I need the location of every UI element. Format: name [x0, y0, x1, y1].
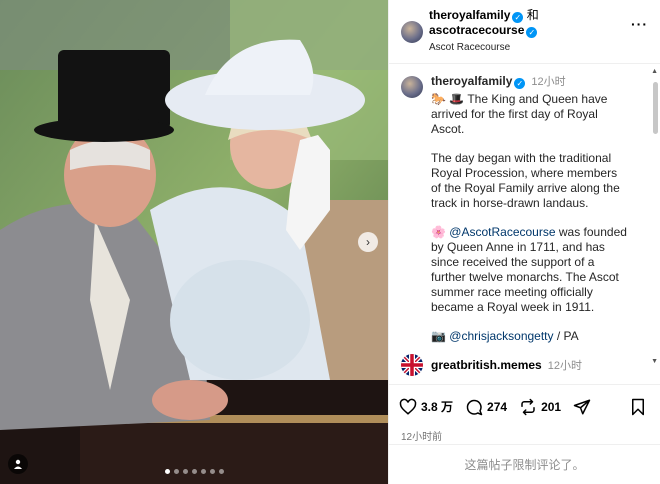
caption-username[interactable]: theroyalfamily	[431, 74, 512, 88]
comment-icon	[466, 399, 483, 415]
post-photo[interactable]: ›	[0, 0, 388, 484]
comment-button[interactable]: 274	[465, 398, 507, 416]
author-avatar[interactable]	[401, 20, 423, 43]
author-avatar[interactable]	[401, 76, 423, 98]
post-timestamp: 12小时前	[401, 432, 443, 443]
comment-count: 274	[487, 399, 508, 414]
scroll-up-icon[interactable]: ▲	[651, 68, 658, 75]
carousel-dot	[182, 469, 188, 474]
commenter-username[interactable]: greatbritish.memes	[431, 358, 542, 372]
chevron-right-icon: ›	[366, 235, 370, 249]
verified-badge-icon: ✓	[512, 12, 524, 23]
more-options-icon[interactable]: ···	[631, 16, 648, 32]
camera-emoji: 📷	[431, 329, 446, 343]
scrollbar-thumb[interactable]	[653, 82, 658, 134]
repost-icon	[521, 398, 535, 415]
collab-joiner: 和	[526, 8, 539, 22]
carousel-dot	[164, 469, 170, 474]
post-dialog: › theroyalfamily ✓ 和 ascotracecourse ✓ A…	[0, 0, 660, 484]
caption: theroyalfamily ✓ 12小时 🐎 🎩 The King and Que…	[401, 74, 648, 358]
author-username[interactable]: theroyalfamily	[429, 8, 510, 22]
post-side-panel: theroyalfamily ✓ 和 ascotracecourse ✓ Ascot…	[388, 0, 660, 484]
comments-restricted-notice: 这篇帖子限制评论了。	[389, 444, 660, 484]
like-button[interactable]: 3.8 万	[399, 398, 453, 416]
like-count: 3.8 万	[421, 400, 454, 414]
photo-scene	[0, 0, 388, 484]
mention-ascotracecourse[interactable]: @AscotRacecourse	[449, 225, 555, 239]
verified-badge-icon: ✓	[526, 27, 538, 38]
repost-count: 201	[541, 399, 562, 414]
comments-area[interactable]: theroyalfamily ✓ 12小时 🐎 🎩 The King and Que…	[389, 64, 660, 384]
carousel-dot	[218, 469, 224, 474]
location-link[interactable]: Ascot Racecourse	[429, 40, 539, 55]
caption-para-2: The day began with the traditional Royal…	[431, 151, 620, 210]
mention-photographer[interactable]: @chrisjacksongetty	[449, 329, 553, 343]
flower-emoji: 🌸	[431, 225, 446, 239]
author-names: theroyalfamily ✓ 和 ascotracecourse ✓ Ascot…	[429, 8, 539, 55]
carousel-dot	[200, 469, 206, 474]
carousel-dot	[173, 469, 179, 474]
union-jack-icon	[401, 354, 423, 376]
next-slide-button[interactable]: ›	[358, 232, 378, 252]
action-bar: 3.8 万 274 201	[389, 384, 660, 428]
save-button[interactable]	[630, 398, 650, 416]
caption-time: 12小时	[531, 76, 566, 88]
person-icon	[14, 459, 22, 469]
caption-emojis: 🐎 🎩	[431, 92, 465, 106]
repost-button[interactable]: 201	[519, 398, 561, 416]
post-header: theroyalfamily ✓ 和 ascotracecourse ✓ Ascot…	[389, 0, 660, 64]
commenter-avatar[interactable]	[401, 354, 423, 376]
scroll-down-icon[interactable]: ▼	[651, 358, 658, 365]
caption-body: theroyalfamily ✓ 12小时 🐎 🎩 The King and Que…	[431, 74, 627, 358]
carousel-dot	[191, 469, 197, 474]
share-button[interactable]	[573, 398, 595, 416]
photo-credit: / PA	[553, 329, 579, 343]
comment-time: 12小时	[547, 360, 582, 372]
carousel-indicator	[0, 469, 388, 474]
send-icon	[573, 399, 591, 414]
heart-icon	[399, 398, 417, 415]
verified-badge-icon: ✓	[514, 78, 526, 89]
carousel-dot	[209, 469, 215, 474]
collab-username[interactable]: ascotracecourse	[429, 23, 524, 37]
bookmark-icon	[632, 398, 644, 415]
